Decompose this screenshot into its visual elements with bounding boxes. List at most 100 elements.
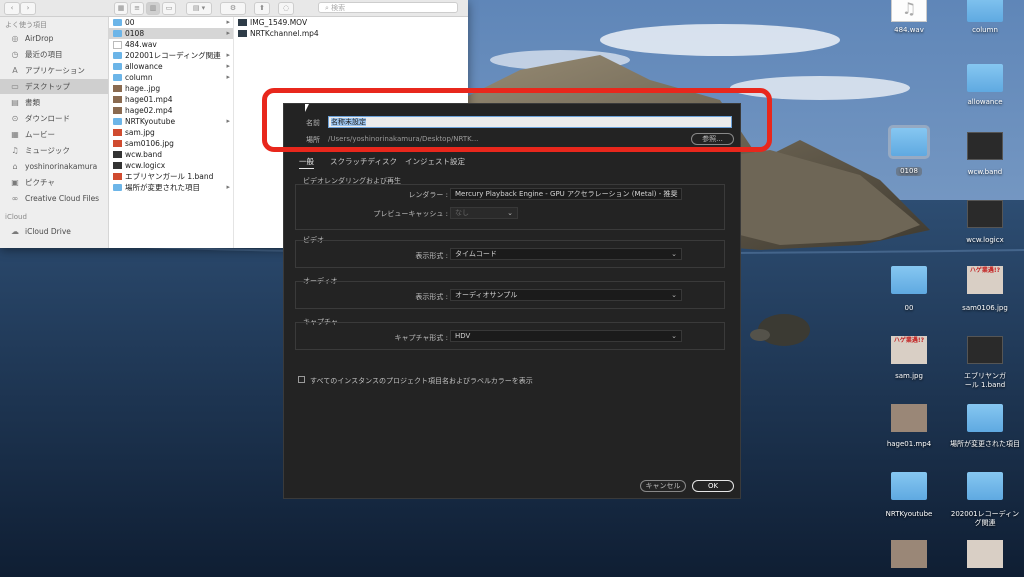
desktop-icon-wcw-logicx[interactable]: wcw.logicx	[950, 200, 1020, 244]
music-icon: ♫	[11, 146, 19, 155]
share-button[interactable]: ⬆	[254, 2, 270, 15]
desktop-icon-video-thumb[interactable]	[874, 540, 944, 577]
sidebar-item-movies[interactable]: ▦ ムービー	[0, 127, 108, 142]
folder-icon	[113, 52, 122, 59]
desktop-icon-sam0106-jpg[interactable]: ハゲ業遇!? sam0106.jpg	[950, 266, 1020, 312]
list-item[interactable]: allowance ▸	[109, 61, 233, 72]
list-item[interactable]: IMG_1549.MOV	[234, 17, 468, 28]
list-item[interactable]: NRTKyoutube ▸	[109, 116, 233, 127]
sidebar-item-music[interactable]: ♫ ミュージック	[0, 143, 108, 158]
video-thumbnail-icon	[238, 30, 247, 37]
list-item[interactable]: wcw.band	[109, 149, 233, 160]
view-icon-button[interactable]: ▦	[114, 2, 128, 15]
desktop-icon-allowance[interactable]: allowance	[950, 64, 1020, 108]
view-list-button[interactable]: ≡	[130, 2, 144, 15]
action-button[interactable]: ⚙	[220, 2, 246, 15]
document-icon: ▤	[11, 98, 19, 107]
folder-icon	[113, 74, 122, 81]
desktop-icon-label: NRTKyoutube	[885, 510, 933, 518]
chevron-down-icon: ⌄	[671, 291, 677, 299]
list-item[interactable]: hage02.mp4	[109, 105, 233, 116]
list-item[interactable]: hage..jpg	[109, 83, 233, 94]
logic-project-icon	[113, 162, 122, 169]
sidebar-item-documents[interactable]: ▤ 書類	[0, 95, 108, 110]
chevron-down-icon: ⌄	[507, 209, 513, 217]
list-item[interactable]: 484.wav	[109, 39, 233, 50]
sidebar-item-desktop[interactable]: ▭ デスクトップ	[0, 79, 108, 94]
sidebar-item-pictures[interactable]: ▣ ピクチャ	[0, 175, 108, 190]
list-item[interactable]: エブリヤンガール 1.band	[109, 171, 233, 182]
sidebar-item-label: 最近の項目	[25, 50, 63, 59]
airdrop-icon: ◎	[11, 34, 19, 43]
renderer-dropdown[interactable]: Mercury Playback Engine - GPU アクセラレーション …	[450, 188, 682, 200]
video-format-label: 表示形式 :	[415, 252, 448, 260]
video-format-dropdown[interactable]: タイムコード ⌄	[450, 248, 682, 260]
forward-button[interactable]: ›	[20, 2, 36, 15]
view-gallery-button[interactable]: ▭	[162, 2, 176, 15]
list-item[interactable]: 202001レコーディング関連 ▸	[109, 50, 233, 61]
list-item[interactable]: hage01.mp4	[109, 94, 233, 105]
list-item[interactable]: sam.jpg	[109, 127, 233, 138]
chevron-right-icon: ▸	[226, 73, 230, 81]
desktop-icon-everyyoung-band[interactable]: エブリヤンガール 1.band	[950, 336, 1020, 392]
desktop-icon-hage01-mp4[interactable]: hage01.mp4	[874, 404, 944, 448]
sidebar-item-label: 書類	[25, 98, 40, 107]
desktop-icon-sam-jpg[interactable]: ハゲ業遇!? sam.jpg	[874, 336, 944, 380]
desktop-icon-nrtkyoutube[interactable]: NRTKyoutube	[874, 472, 944, 518]
sidebar-item-icloud-drive[interactable]: ☁ iCloud Drive	[0, 224, 108, 239]
sidebar-item-home[interactable]: ⌂ yoshinorinakamura	[0, 159, 108, 174]
tag-icon: ◌	[282, 4, 290, 12]
applications-icon: A	[12, 66, 18, 75]
desktop-icon-photo-thumb[interactable]	[950, 540, 1020, 577]
ok-button[interactable]: OK	[692, 480, 734, 492]
group-button[interactable]: ▤ ▾	[186, 2, 212, 15]
sidebar-item-creative-cloud[interactable]: ∞ Creative Cloud Files	[0, 191, 108, 206]
logic-project-icon	[967, 132, 1003, 160]
image-thumbnail-icon	[113, 129, 122, 136]
list-item[interactable]: 場所が変更された項目 ▸	[109, 182, 233, 193]
sidebar-item-downloads[interactable]: ⊙ ダウンロード	[0, 111, 108, 126]
cancel-button[interactable]: キャンセル	[640, 480, 686, 492]
back-button[interactable]: ‹	[4, 2, 20, 15]
sidebar-item-label: ダウンロード	[25, 114, 70, 123]
mouse-cursor-icon	[305, 104, 309, 112]
search-input[interactable]: ⌕ 検索	[318, 2, 458, 13]
list-item[interactable]: sam0106.jpg	[109, 138, 233, 149]
list-item[interactable]: wcw.logicx	[109, 160, 233, 171]
chevron-right-icon: ▸	[226, 29, 230, 37]
video-thumbnail-icon	[238, 19, 247, 26]
desktop-icon-202001-recording[interactable]: 202001レコーディング関連	[950, 472, 1020, 528]
preview-cache-dropdown[interactable]: なし ⌄	[450, 207, 518, 219]
video-thumbnail-icon	[113, 107, 122, 114]
view-column-button[interactable]: ▥	[146, 2, 160, 15]
sidebar-item-label: デスクトップ	[25, 82, 70, 91]
desktop-icon-484-wav[interactable]: ♫ 484.wav	[874, 0, 944, 38]
list-item[interactable]: column ▸	[109, 72, 233, 83]
list-item[interactable]: 0108 ▸	[109, 28, 233, 39]
show-project-item-names-checkbox[interactable]	[298, 376, 305, 383]
garageband-project-icon	[113, 173, 122, 180]
desktop-icon-moved-items[interactable]: 場所が変更された項目	[950, 404, 1020, 448]
desktop-icon-0108[interactable]: 0108	[874, 125, 944, 178]
tab-general[interactable]: 一般	[299, 156, 314, 169]
sidebar-item-label: ピクチャ	[25, 178, 55, 187]
desktop-icon-label: 202001レコーディング関連	[950, 510, 1020, 527]
sidebar-item-applications[interactable]: A アプリケーション	[0, 63, 108, 78]
tab-ingest-settings[interactable]: インジェスト設定	[405, 156, 465, 167]
chevron-down-icon: ⌄	[671, 190, 677, 198]
sidebar-item-recents[interactable]: ◷ 最近の項目	[0, 47, 108, 62]
desktop-icon-00[interactable]: 00	[874, 266, 944, 312]
audio-format-dropdown[interactable]: オーディオサンプル ⌄	[450, 289, 682, 301]
tag-button[interactable]: ◌	[278, 2, 294, 15]
list-item[interactable]: NRTKchannel.mp4	[234, 28, 468, 39]
tab-scratch-disks[interactable]: スクラッチディスク	[330, 156, 397, 167]
capture-format-dropdown[interactable]: HDV ⌄	[450, 330, 682, 342]
list-item[interactable]: 00 ▸	[109, 17, 233, 28]
desktop-icon-column[interactable]: column	[950, 0, 1020, 38]
preview-cache-value: なし	[455, 209, 469, 217]
finder-sidebar: よく使う項目 ◎ AirDrop ◷ 最近の項目 A アプリケーション ▭ デスクトップ…	[0, 17, 109, 248]
desktop-icon-wcw-band[interactable]: wcw.band	[950, 132, 1020, 176]
image-thumbnail-icon	[113, 85, 122, 92]
sidebar-item-label: アプリケーション	[25, 66, 85, 75]
sidebar-item-airdrop[interactable]: ◎ AirDrop	[0, 31, 108, 46]
